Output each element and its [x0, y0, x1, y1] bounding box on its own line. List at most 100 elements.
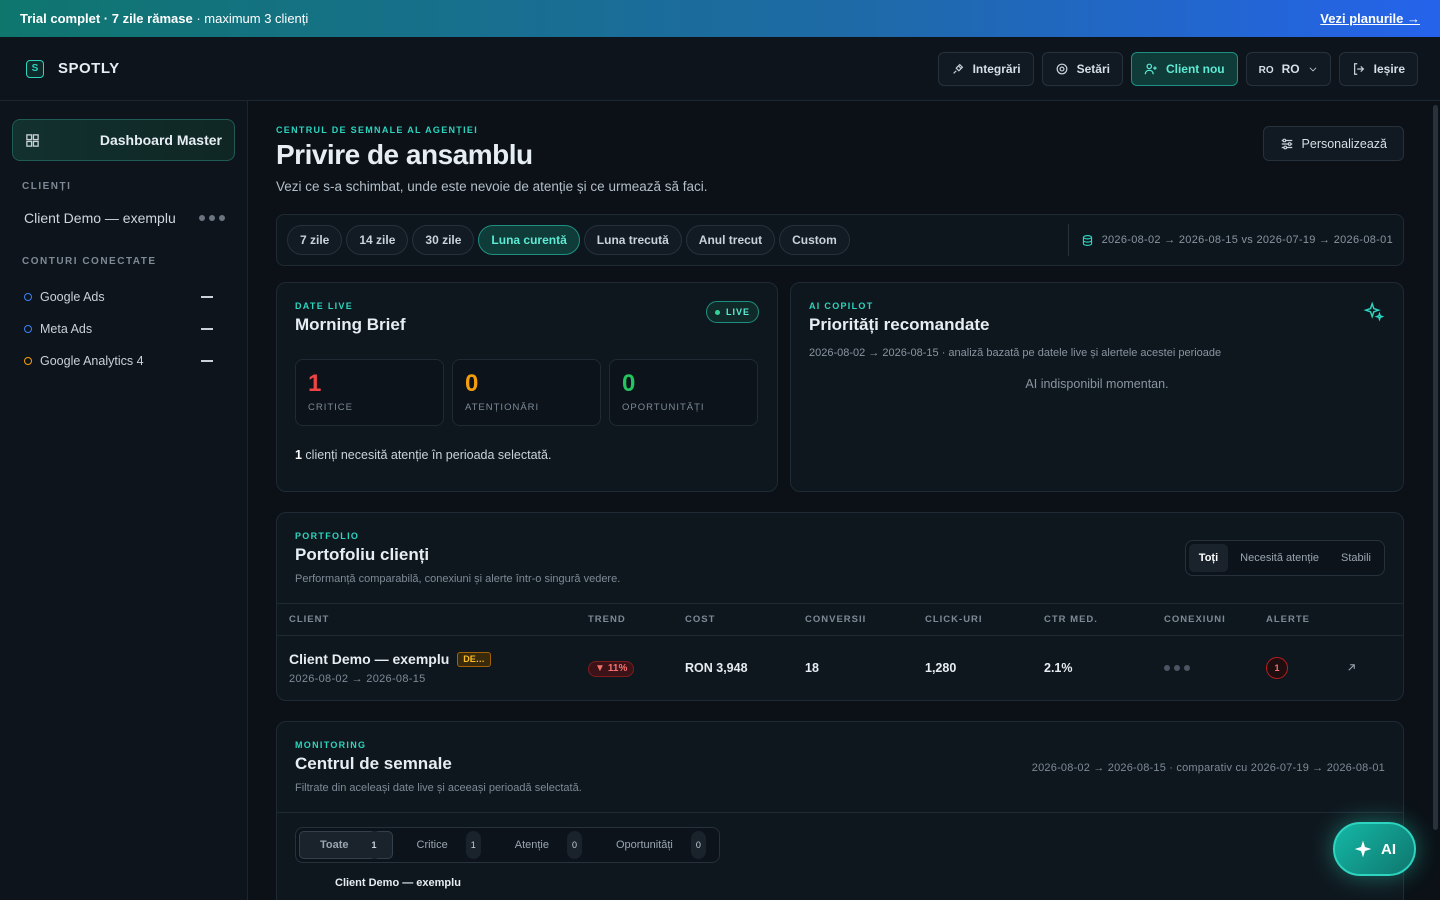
copilot-range: 2026-08-02 → 2026-08-15 · analiză bazată…	[809, 347, 1222, 359]
range-chip[interactable]: Luna curentă	[478, 225, 580, 255]
segment-stable[interactable]: Stabili	[1331, 544, 1381, 572]
grid-icon	[26, 133, 39, 147]
range-chip[interactable]: Anul trecut	[685, 225, 776, 255]
page-kicker: CENTRUL DE SEMNALE AL AGENȚIEI	[276, 125, 479, 135]
view-plans-link[interactable]: Vezi planurile →	[1320, 11, 1420, 26]
stat-opportunities[interactable]: 0 OPORTUNITĂȚI	[609, 359, 758, 426]
ai-copilot-card: AI COPILOT Priorități recomandate 2026-0…	[790, 282, 1404, 492]
client-dates: 2026-08-02 → 2026-08-15	[289, 673, 426, 685]
more-icon[interactable]	[199, 215, 225, 221]
database-icon	[1082, 234, 1092, 246]
sidebar-item-client[interactable]: Client Demo — exemplu	[24, 210, 225, 226]
segment-all[interactable]: Toți	[1188, 544, 1229, 572]
live-badge: LIVE	[705, 301, 759, 323]
trial-banner: Trial complet · 7 zile rămase · maximum …	[0, 0, 1440, 37]
segment-needs-attention[interactable]: Necesită atenție	[1230, 544, 1329, 572]
col-trend[interactable]: TREND	[588, 614, 685, 625]
copilot-title: Priorități recomandate	[809, 315, 990, 334]
sidebar-item-dashboard[interactable]: Dashboard Master	[12, 119, 235, 161]
col-conversions[interactable]: CONVERSII	[805, 614, 925, 625]
trial-message: Trial complet · 7 zile rămase · maximum …	[20, 11, 309, 26]
range-chip[interactable]: 14 zile	[346, 225, 409, 255]
range-chip[interactable]: Luna trecută	[583, 225, 682, 255]
range-chip[interactable]: 30 zile	[412, 225, 475, 255]
tab-opportunities[interactable]: Oportunități 0	[596, 831, 716, 859]
arrow-down-icon: ▼	[595, 663, 605, 675]
tab-all[interactable]: Toate 1	[299, 831, 393, 859]
col-connections[interactable]: CONEXIUNI	[1164, 614, 1266, 625]
signals-card: MONITORING Centrul de semnale Filtrate d…	[276, 721, 1404, 900]
range-chip[interactable]: Custom	[779, 225, 850, 255]
collapse-icon[interactable]	[201, 360, 213, 362]
ai-assistant-button[interactable]: AI	[1333, 822, 1416, 876]
range-chips: 7 zile 14 zile 30 zile Luna curentă Luna tre…	[287, 225, 850, 255]
signal-tabs: Toate 1 Critice 1 Atenție 0 Oportunități 0	[295, 827, 720, 863]
sparkle-icon[interactable]	[1363, 301, 1385, 323]
ctr-value: 2.1%	[1044, 661, 1073, 675]
settings-button[interactable]: Setări	[1041, 51, 1123, 86]
tab-attention[interactable]: Atenție 0	[495, 831, 592, 859]
accounts-heading: CONTURI CONECTATE	[22, 256, 157, 267]
clients-heading: CLIENȚI	[22, 181, 72, 192]
chevron-down-icon	[1309, 66, 1317, 71]
account-meta-ads[interactable]: Meta Ads	[24, 313, 213, 345]
copilot-empty: AI indisponibil momentan.	[1025, 377, 1169, 391]
table-row[interactable]: Client Demo — exemplu DE… 2026-08-02 → 20…	[277, 636, 1403, 700]
alerts-badge[interactable]: 1	[1266, 657, 1288, 679]
arrow-up-right-icon[interactable]	[1346, 662, 1357, 673]
user-plus-icon	[1144, 63, 1157, 74]
demo-badge: DE…	[457, 651, 491, 667]
table-header: CLIENT TREND COST CONVERSII CLICK-URI CT…	[277, 604, 1403, 636]
language-select[interactable]: RO RO	[1245, 51, 1331, 86]
sliders-icon	[1281, 138, 1292, 149]
logout-icon	[1353, 62, 1364, 75]
account-google-ads[interactable]: Google Ads	[24, 281, 213, 313]
tab-critical[interactable]: Critice 1	[397, 831, 491, 859]
status-ring-icon	[24, 357, 32, 365]
sidebar: Dashboard Master CLIENȚI Client Demo — e…	[0, 101, 248, 900]
customize-button[interactable]: Personalizează	[1262, 126, 1404, 161]
stat-critical[interactable]: 1 CRITICE	[295, 359, 444, 426]
copilot-kicker: AI COPILOT	[809, 301, 874, 311]
collapse-icon[interactable]	[201, 328, 213, 330]
logo-icon: S	[26, 59, 44, 78]
conversions-value: 18	[805, 661, 819, 675]
range-chip[interactable]: 7 zile	[287, 225, 343, 255]
brief-note: 1 clienți necesită atenție în perioada s…	[295, 448, 552, 462]
collapse-icon[interactable]	[201, 296, 213, 298]
plug-icon	[952, 63, 963, 74]
signal-row-client[interactable]: Client Demo — exemplu	[335, 877, 1403, 889]
brief-title: Morning Brief	[295, 315, 406, 334]
portfolio-card: PORTFOLIO Portofoliu clienți Performanță…	[276, 512, 1404, 701]
signals-kicker: MONITORING	[295, 740, 367, 750]
signals-range: 2026-08-02 → 2026-08-15 · comparativ cu …	[1031, 762, 1385, 774]
col-clicks[interactable]: CLICK-URI	[925, 614, 1044, 625]
date-range-display[interactable]: 2026-08-02 → 2026-08-15 vs 2026-07-19 → …	[1067, 224, 1393, 256]
signals-subtitle: Filtrate din aceleași date live și aceea…	[295, 782, 582, 794]
brand-name: SPOTLY	[58, 60, 120, 77]
integrations-button[interactable]: Integrări	[937, 51, 1034, 86]
col-alerts[interactable]: ALERTE	[1266, 614, 1346, 625]
flag-label: RO	[1258, 65, 1274, 76]
date-filter-bar: 7 zile 14 zile 30 zile Luna curentă Luna tre…	[276, 214, 1404, 266]
morning-brief-card: DATE LIVE Morning Brief LIVE 1 CRITICE 0…	[276, 282, 778, 492]
page-header: CENTRUL DE SEMNALE AL AGENȚIEI Privire d…	[276, 101, 1404, 194]
new-client-button[interactable]: Client nou	[1130, 51, 1238, 86]
page-title: Privire de ansamblu	[276, 139, 533, 170]
scrollbar[interactable]	[1433, 105, 1438, 830]
cost-value: RON 3,948	[685, 661, 748, 675]
col-ctr[interactable]: CTR MED.	[1044, 614, 1164, 625]
stat-warnings[interactable]: 0 ATENȚIONĂRI	[452, 359, 601, 426]
col-client[interactable]: CLIENT	[289, 614, 588, 625]
sidebar-item-label: Dashboard Master	[99, 132, 222, 148]
sparkle-icon	[1354, 840, 1372, 858]
col-cost[interactable]: COST	[685, 614, 805, 625]
brief-kicker: DATE LIVE	[295, 301, 354, 311]
logout-button[interactable]: Ieșire	[1338, 51, 1418, 86]
portfolio-filter: Toți Necesită atenție Stabili	[1184, 540, 1385, 576]
brand[interactable]: S SPOTLY	[26, 59, 120, 78]
top-nav: Integrări Setări Client nou RO RO Ieșire	[937, 51, 1418, 86]
account-ga4[interactable]: Google Analytics 4	[24, 345, 213, 377]
gear-icon	[1056, 63, 1068, 74]
client-name[interactable]: Client Demo — exemplu	[289, 651, 449, 667]
